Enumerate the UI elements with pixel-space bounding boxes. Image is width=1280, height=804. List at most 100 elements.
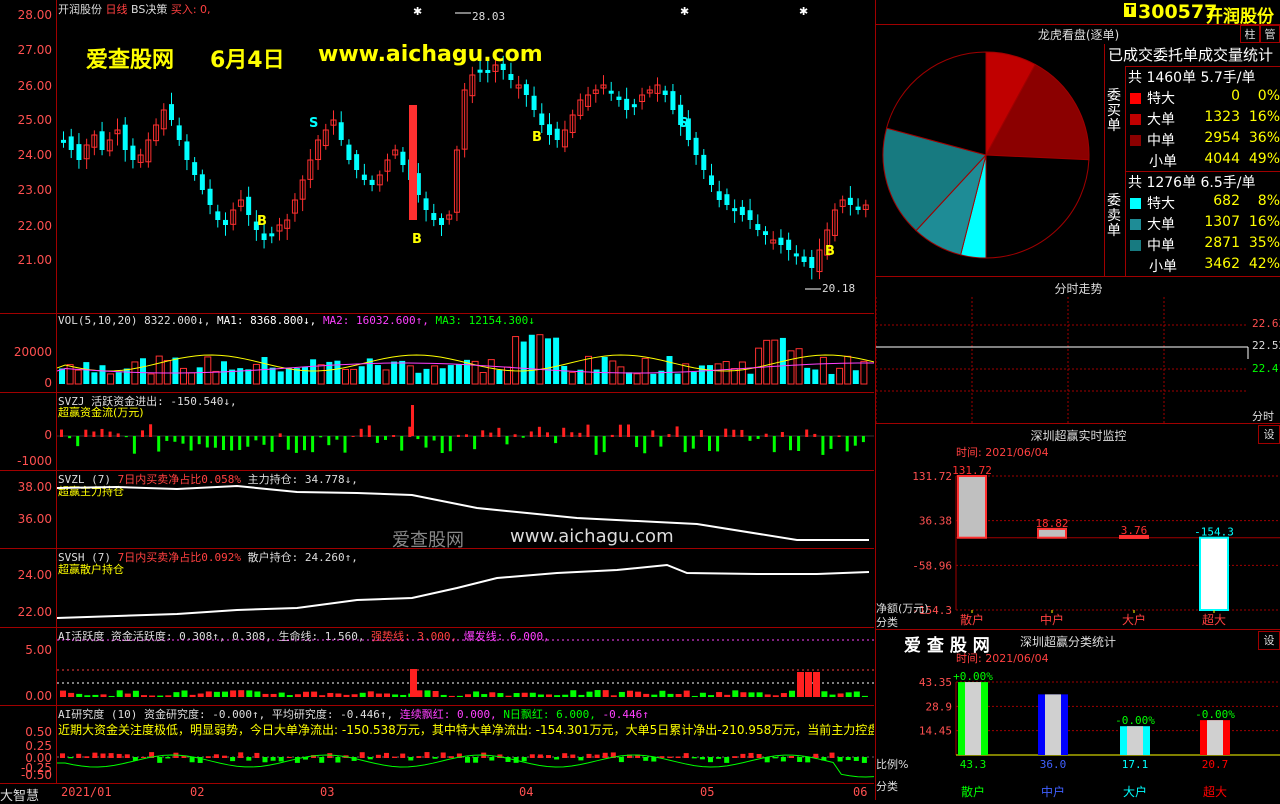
activity-bar xyxy=(756,692,763,697)
volume-chart[interactable] xyxy=(57,313,874,392)
svzj-bar xyxy=(578,432,582,437)
volume-bar xyxy=(399,360,406,384)
kline-panel[interactable]: 开润股份 日线 BS决策 买入: 0, 28.00 27.00 26.00 25.00… xyxy=(0,0,874,314)
monitor-panel[interactable]: 深圳超赢实时监控 设 时间: 2021/06/04 131.72 36.38 -58… xyxy=(875,424,1280,630)
svzj-bar xyxy=(610,434,614,437)
volume-bar xyxy=(374,365,381,384)
svzj-bar xyxy=(724,428,728,437)
svzj-bar xyxy=(141,430,144,437)
svzj-panel[interactable]: SVZJ 活跃资金进出: -150.540↓, 超赢资金流(万元) 0 -100… xyxy=(0,392,874,471)
svzj-bar xyxy=(602,436,606,453)
candle-body xyxy=(624,98,630,110)
activity-bar xyxy=(521,692,528,697)
volume-bar xyxy=(512,336,520,385)
candle-body xyxy=(246,196,252,215)
svzj-bar xyxy=(189,436,193,451)
monitor-category-label: 散户 xyxy=(960,612,984,627)
research-bar xyxy=(853,757,859,761)
monitor-bar xyxy=(1199,536,1229,611)
candle-body xyxy=(400,151,406,165)
volume-bar xyxy=(180,367,187,385)
longhu-title: 龙虎看盘(逐单) xyxy=(1037,28,1120,42)
ai-active-chart[interactable] xyxy=(57,627,874,705)
volume-bar xyxy=(107,373,115,385)
research-bar xyxy=(699,757,705,760)
svzj-bar xyxy=(165,436,169,441)
svzj-bar xyxy=(465,434,468,437)
candle-body xyxy=(608,90,614,94)
svzj-bar xyxy=(505,436,509,445)
activity-bar xyxy=(740,692,747,697)
star-marker: ✱ xyxy=(799,5,808,18)
activity-bar xyxy=(440,694,447,697)
fenshi-panel[interactable]: 分时走势 22.63 22.52 22.41 分时 xyxy=(875,277,1280,424)
ai-research-ytick-4: -0.50 xyxy=(20,768,52,782)
svzj-bar xyxy=(343,436,347,453)
svzl-panel[interactable]: SVZL (7) 7日内买卖净占比0.058% 主力持仓: 34.778↓, 超… xyxy=(0,470,874,551)
buy-total: 共 1460单 5.7手/单 xyxy=(1128,70,1256,86)
svzj-bar xyxy=(635,436,639,448)
candle-body xyxy=(99,131,105,150)
volume-bar xyxy=(860,360,868,385)
activity-bar xyxy=(497,693,504,697)
activity-bar xyxy=(667,693,674,697)
activity-bar xyxy=(764,694,771,697)
activity-bar xyxy=(724,694,731,697)
svzj-bar xyxy=(424,436,428,448)
activity-bar xyxy=(748,692,755,697)
research-bar xyxy=(570,754,576,758)
activity-bar xyxy=(699,692,706,697)
activity-bar xyxy=(789,690,795,697)
volume-bar xyxy=(496,369,503,384)
fenshi-chart[interactable] xyxy=(876,297,1280,423)
volume-bar xyxy=(342,368,349,385)
ai-research-panel[interactable]: AI研究度 (10) 资金研究度: -0.000↑, 平均研究度: -0.446… xyxy=(0,705,874,783)
longhu-panel[interactable]: 龙虎看盘(逐单) 柱 管 已成交委托单成交量统计 委买单 共 1460单 5.7… xyxy=(875,24,1280,277)
activity-bar xyxy=(197,693,204,697)
research-bar xyxy=(408,757,414,761)
buy-stat-pct: 49% xyxy=(1248,151,1280,167)
ai-research-chart[interactable] xyxy=(57,705,874,783)
longhu-pie-button[interactable]: 管 xyxy=(1260,25,1280,43)
activity-bar xyxy=(481,694,488,697)
svzl-watermark-url: www.aichagu.com xyxy=(510,526,674,547)
research-bar xyxy=(367,757,373,760)
x-label-apr: 04 xyxy=(519,785,534,799)
buy-stat-pct: 0% xyxy=(1257,88,1280,104)
activity-bar xyxy=(157,695,164,697)
activity-bar xyxy=(554,695,561,697)
sell-stat-swatch xyxy=(1130,198,1141,209)
research-bar xyxy=(124,754,130,758)
volume-panel[interactable]: VOL(5,10,20) 8322.000↓, MA1: 8368.800↓, … xyxy=(0,313,874,393)
research-bar xyxy=(667,756,673,758)
svzj-bar xyxy=(797,436,801,451)
classify-panel[interactable]: 爱 查 股 网 深圳超赢分类统计 设 时间: 2021/06/04 43.35 2… xyxy=(875,630,1280,800)
svzj-bar xyxy=(197,436,201,445)
research-bar xyxy=(262,757,268,763)
svzj-chart[interactable] xyxy=(57,392,874,470)
research-bar xyxy=(861,757,867,763)
activity-bar xyxy=(829,694,836,697)
kline-ytick: 27.00 xyxy=(17,43,52,57)
sell-stat-swatch xyxy=(1130,259,1143,272)
research-bar xyxy=(278,757,284,762)
activity-bar xyxy=(84,695,91,697)
svzl-ytick-low: 36.00 xyxy=(17,512,52,526)
activity-bar xyxy=(278,692,285,697)
volume-bar xyxy=(771,339,779,385)
svzl-chart[interactable] xyxy=(57,470,874,548)
kline-ytick: 22.00 xyxy=(17,219,52,233)
ai-active-panel[interactable]: AI活跃度 资金活跃度: 0.308↑, 0.308, 生命线: 1.560, … xyxy=(0,627,874,706)
volume-bar xyxy=(561,365,568,384)
longhu-bar-button[interactable]: 柱 xyxy=(1240,25,1260,43)
sell-stat-swatch xyxy=(1130,219,1141,230)
monitor-x-caption: 分类 xyxy=(876,616,898,629)
activity-bar xyxy=(424,690,431,697)
research-bar xyxy=(740,753,746,758)
svsh-chart[interactable] xyxy=(57,548,874,627)
fenshi-ytick-low: 22.41 xyxy=(1252,362,1280,375)
svzj-bar xyxy=(562,427,566,437)
activity-bar xyxy=(327,692,334,697)
svzj-bar xyxy=(222,436,225,451)
svsh-panel[interactable]: SVSH (7) 7日内买卖净占比0.092% 散户持仓: 24.260↑, 超… xyxy=(0,548,874,628)
